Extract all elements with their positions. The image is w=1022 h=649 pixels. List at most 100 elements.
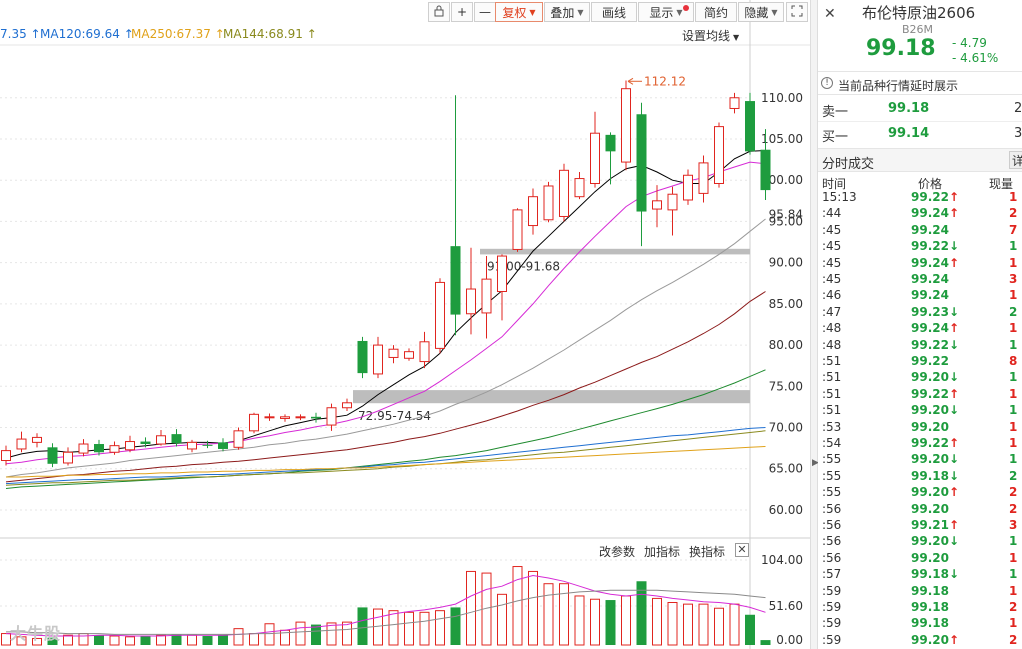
price-axis-label: 85.00 [769, 297, 803, 311]
tick-row: :51 99.22 ↑ 1 [818, 387, 1022, 403]
tick-row: :59 99.18 2 [818, 600, 1022, 616]
close-subchart-button[interactable]: ✕ [735, 543, 749, 557]
panel-splitter[interactable]: ▶ [810, 0, 819, 649]
display-dropdown[interactable]: 显示 ▼ [638, 2, 694, 22]
zoom-in-icon: + [456, 5, 468, 19]
ma-settings-dropdown[interactable]: 设置均线 ▼ [682, 27, 739, 44]
tick-row: :59 99.18 1 [818, 584, 1022, 600]
arrow-down-icon: ↓ [949, 304, 960, 319]
tick-row: :57 99.18 ↓ 1 [818, 567, 1022, 583]
caret-down-icon: ▼ [733, 33, 740, 42]
tick-volume: 1 [1009, 370, 1018, 385]
tick-price: 99.20 [911, 632, 949, 647]
fullscreen-icon [791, 5, 803, 20]
arrow-up-icon: ↑ [949, 321, 960, 336]
tick-time: :57 [822, 567, 842, 582]
candle-body [543, 185, 554, 221]
volume-bar [202, 636, 213, 645]
candle-body [156, 435, 166, 445]
adjust-dropdown[interactable]: 复权 ▼ [495, 2, 543, 22]
volume-bar [745, 614, 755, 645]
zoom-out-button[interactable]: — [474, 2, 496, 22]
volume-bar [171, 634, 182, 645]
tick-price: 99.18 [911, 583, 949, 598]
arrow-up-icon: ↑ [949, 190, 960, 204]
ticks-detail-button[interactable]: 详 [1009, 151, 1022, 169]
candle-body [1, 450, 11, 462]
candle-body [729, 97, 740, 109]
volume-axis-label: 0.00 [776, 633, 803, 647]
tick-row: :56 99.20 ↓ 1 [818, 534, 1022, 550]
tick-row: :51 99.22 8 [818, 354, 1022, 370]
fullscreen-button[interactable] [786, 2, 808, 22]
volume-bar [357, 607, 368, 645]
close-icon[interactable]: ✕ [824, 6, 836, 22]
candle-body [636, 114, 647, 212]
tick-time: :51 [822, 386, 842, 401]
hide-dropdown[interactable]: 隐藏 ▼ [738, 2, 784, 22]
volume-bar [78, 633, 89, 646]
volume-bar [233, 628, 244, 646]
arrow-up-icon: ↑ [949, 485, 960, 500]
tick-row: :48 99.22 ↓ 1 [818, 338, 1022, 354]
price-axis-label: 60.00 [769, 503, 803, 517]
tick-volume: 1 [1009, 436, 1018, 450]
tick-volume: 1 [1009, 190, 1018, 204]
tick-volume: 1 [1009, 403, 1018, 418]
volume-bar [574, 595, 585, 646]
volume-axis-label: 104.00 [761, 553, 803, 567]
volume-bar [295, 621, 306, 646]
volume-bar [94, 635, 104, 645]
volume-bar [528, 570, 538, 646]
tick-row: :59 99.18 1 [818, 616, 1022, 632]
zoom-in-button[interactable]: + [451, 2, 473, 22]
tick-row: :45 99.24 7 [818, 223, 1022, 239]
candle-body [264, 416, 275, 419]
candle-body [109, 445, 120, 453]
arrow-down-icon: ↓ [949, 567, 960, 582]
change-params-button[interactable]: 改参数 [599, 543, 635, 560]
arrow-down-icon: ↓ [949, 337, 960, 352]
high-price-label: 112.12 [644, 74, 686, 88]
caret-down-icon: ▼ [577, 7, 584, 17]
candle-body [419, 341, 430, 363]
arrow-up-icon: ↑ [949, 255, 960, 270]
volume-bar [249, 633, 259, 646]
tick-price: 99.24 [911, 222, 949, 237]
simple-button[interactable]: 简约 [695, 2, 737, 22]
lock-button[interactable] [428, 2, 450, 22]
notification-dot [683, 5, 689, 11]
tick-time: :55 [822, 452, 842, 467]
volume-bar [342, 621, 352, 646]
volume-bar [125, 636, 135, 646]
price-axis-label: 65.00 [769, 462, 803, 476]
delay-notice-text: 当前品种行情延时展示 [838, 79, 959, 93]
tick-time: :55 [822, 468, 842, 483]
candle-body [326, 407, 337, 426]
candle-body [295, 416, 306, 419]
tick-volume: 2 [1009, 600, 1018, 614]
draw-line-button[interactable]: 画线 [591, 2, 637, 22]
tick-time: :55 [822, 485, 842, 500]
overlay-dropdown[interactable]: 叠加 ▼ [544, 2, 590, 22]
switch-indicator-button[interactable]: 换指标 [689, 543, 725, 560]
volume-bar [605, 600, 616, 645]
price-axis-label: 105.00 [761, 132, 803, 146]
volume-bar [667, 602, 678, 646]
tick-volume: 1 [1009, 255, 1018, 270]
arrow-up-icon: ↑ [949, 632, 960, 647]
candle-body [481, 278, 492, 314]
tick-volume: 1 [1009, 567, 1018, 582]
tick-volume: 1 [1009, 616, 1018, 631]
add-indicator-button[interactable]: 加指标 [644, 543, 680, 560]
tick-price: 99.22 [911, 190, 949, 204]
tick-volume: 1 [1009, 288, 1018, 303]
candle-body [249, 413, 259, 432]
volume-bar [156, 634, 166, 646]
candle-body [667, 193, 678, 211]
tick-row: :59 99.20 ↑ 2 [818, 633, 1022, 649]
price-change: - 4.79 [952, 36, 987, 50]
tick-row: :44 99.24 ↑ 2 [818, 206, 1022, 222]
kline-chart-panel[interactable]: 110.00 105.00 100.00 95.00 90.00 85.00 80.00 75… [0, 0, 810, 649]
tick-row: :56 99.20 1 [818, 551, 1022, 567]
